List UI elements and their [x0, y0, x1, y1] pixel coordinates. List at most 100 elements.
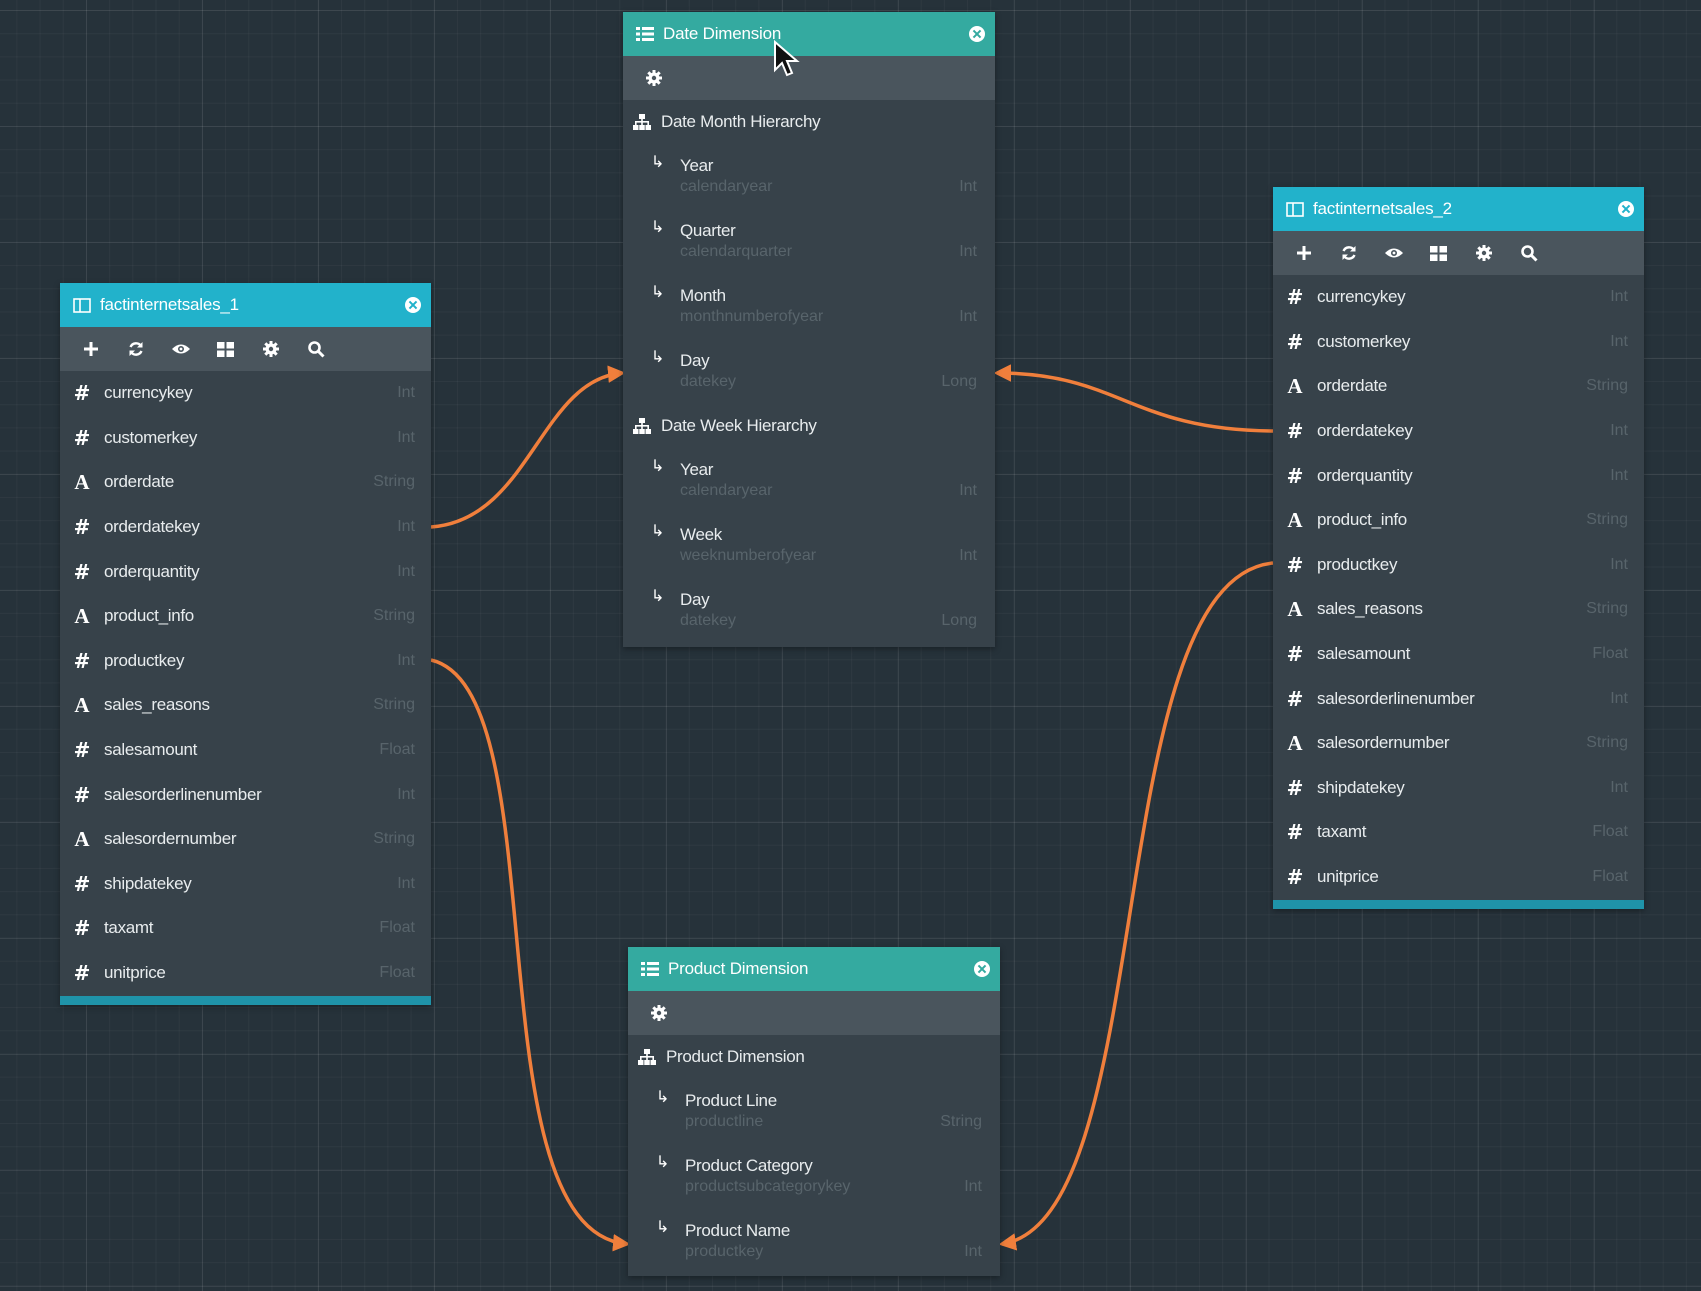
level-column: weeknumberofyear	[680, 547, 817, 564]
eye-icon[interactable]	[158, 327, 203, 371]
fact-table-2-header[interactable]: factinternetsales_2	[1273, 187, 1644, 231]
column-row-product_info[interactable]: Aproduct_info String	[1273, 498, 1644, 543]
column-type: Int	[1610, 689, 1628, 707]
column-row-orderdate[interactable]: Aorderdate String	[1273, 364, 1644, 409]
column-name: orderdate	[1317, 376, 1388, 396]
hierarchy-header[interactable]: Date Month Hierarchy	[623, 100, 995, 144]
column-row-currencykey[interactable]: # currencykey Int	[60, 371, 431, 416]
column-row-product_info[interactable]: Aproduct_info String	[60, 594, 431, 639]
column-name: sales_reasons	[1317, 599, 1423, 619]
gear-icon[interactable]	[248, 327, 293, 371]
hierarchy-level[interactable]: ↳ Year calendaryear Int	[623, 448, 995, 513]
column-row-orderdatekey[interactable]: # orderdatekey Int	[60, 505, 431, 550]
sublevel-arrow-icon: ↳	[651, 349, 665, 366]
column-row-salesordernumber[interactable]: Asalesordernumber String	[1273, 721, 1644, 766]
hierarchy-icon	[633, 418, 653, 434]
column-row-salesorderlinenumber[interactable]: # salesorderlinenumber Int	[1273, 676, 1644, 721]
fact-table-2-footer-bar	[1273, 900, 1644, 909]
close-icon[interactable]	[405, 297, 421, 313]
hierarchy-level[interactable]: ↳ Month monthnumberofyear Int	[623, 274, 995, 339]
product-dimension-panel[interactable]: Product Dimension Product Dimension ↳ Prod…	[628, 947, 1000, 1276]
column-row-productkey[interactable]: # productkey Int	[60, 639, 431, 684]
hierarchy-level[interactable]: ↳ Day datekey Long	[623, 339, 995, 404]
number-type-icon: #	[1286, 463, 1304, 488]
hierarchy-level[interactable]: ↳ Product Category productsubcategorykey In…	[628, 1144, 1000, 1209]
close-icon[interactable]	[969, 26, 985, 42]
link-fact1-productkey-to-product-name[interactable]	[430, 658, 631, 1252]
close-icon[interactable]	[1618, 201, 1634, 217]
column-row-orderquantity[interactable]: # orderquantity Int	[60, 549, 431, 594]
date-dimension-header[interactable]: Date Dimension	[623, 12, 995, 56]
column-row-sales_reasons[interactable]: Asales_reasons String	[60, 683, 431, 728]
sublevel-arrow-icon: ↳	[656, 1219, 670, 1236]
column-row-unitprice[interactable]: # unitprice Float	[60, 951, 431, 996]
level-type: Int	[959, 308, 977, 325]
close-icon[interactable]	[974, 961, 990, 977]
column-row-taxamt[interactable]: # taxamt Float	[60, 906, 431, 951]
column-row-salesordernumber[interactable]: Asalesordernumber String	[60, 817, 431, 862]
column-row-shipdatekey[interactable]: # shipdatekey Int	[1273, 766, 1644, 811]
column-type: String	[1586, 600, 1628, 618]
link-fact1-orderdatekey-to-date-day[interactable]	[430, 365, 626, 529]
eye-icon[interactable]	[1371, 231, 1416, 275]
hierarchy-level[interactable]: ↳ Quarter calendarquarter Int	[623, 209, 995, 274]
plus-icon[interactable]	[1281, 231, 1326, 275]
date-dimension-hierarchies: Date Month Hierarchy ↳ Year calendaryear Int…	[623, 100, 995, 643]
column-row-sales_reasons[interactable]: Asales_reasons String	[1273, 587, 1644, 632]
column-name: currencykey	[1317, 287, 1406, 307]
hierarchy-header[interactable]: Product Dimension	[628, 1035, 1000, 1079]
link-fact2-orderdatekey-to-date-day[interactable]	[993, 364, 1274, 433]
column-row-orderquantity[interactable]: # orderquantity Int	[1273, 453, 1644, 498]
date-dimension-panel[interactable]: Date Dimension Date Month Hierarchy ↳ Year…	[623, 12, 995, 647]
column-row-salesamount[interactable]: # salesamount Float	[1273, 632, 1644, 677]
number-type-icon: #	[73, 738, 91, 763]
hierarchy-header[interactable]: Date Week Hierarchy	[623, 404, 995, 448]
level-name: Day	[680, 590, 710, 609]
grid-icon[interactable]	[1416, 231, 1461, 275]
column-type: Int	[397, 651, 415, 669]
column-type: String	[1586, 377, 1628, 395]
grid-icon[interactable]	[203, 327, 248, 371]
hierarchy-level[interactable]: ↳ Day datekey Long	[623, 578, 995, 643]
column-name: productkey	[1317, 554, 1398, 574]
product-dimension-header[interactable]: Product Dimension	[628, 947, 1000, 991]
hierarchy-level[interactable]: ↳ Product Name productkey Int	[628, 1209, 1000, 1274]
column-row-currencykey[interactable]: # currencykey Int	[1273, 275, 1644, 320]
hierarchy-level[interactable]: ↳ Product Line productline String	[628, 1079, 1000, 1144]
number-type-icon: #	[73, 381, 91, 406]
column-row-customerkey[interactable]: # customerkey Int	[1273, 320, 1644, 365]
search-icon[interactable]	[293, 327, 338, 371]
search-icon[interactable]	[1506, 231, 1551, 275]
column-name: orderdate	[104, 472, 175, 492]
number-type-icon: #	[1286, 642, 1304, 667]
refresh-icon[interactable]	[113, 327, 158, 371]
column-name: taxamt	[1317, 822, 1367, 842]
column-row-salesamount[interactable]: # salesamount Float	[60, 728, 431, 773]
level-column: calendaryear	[680, 482, 773, 499]
column-row-taxamt[interactable]: # taxamt Float	[1273, 810, 1644, 855]
fact-table-1-header[interactable]: factinternetsales_1	[60, 283, 431, 327]
fact-table-panel-2[interactable]: factinternetsales_2 # currencykey Int # cust…	[1273, 187, 1644, 909]
hierarchy-icon	[633, 114, 653, 130]
plus-icon[interactable]	[68, 327, 113, 371]
column-row-customerkey[interactable]: # customerkey Int	[60, 416, 431, 461]
date-dimension-title: Date Dimension	[663, 24, 782, 43]
column-row-unitprice[interactable]: # unitprice Float	[1273, 855, 1644, 900]
gear-icon[interactable]	[636, 991, 681, 1035]
column-row-orderdatekey[interactable]: # orderdatekey Int	[1273, 409, 1644, 454]
column-type: Int	[397, 562, 415, 580]
list-icon	[635, 26, 655, 42]
column-row-productkey[interactable]: # productkey Int	[1273, 543, 1644, 588]
fact-table-panel-1[interactable]: factinternetsales_1 # currencykey Int # cust…	[60, 283, 431, 1005]
number-type-icon: #	[1286, 419, 1304, 444]
hierarchy-level[interactable]: ↳ Year calendaryear Int	[623, 144, 995, 209]
column-row-salesorderlinenumber[interactable]: # salesorderlinenumber Int	[60, 772, 431, 817]
column-row-shipdatekey[interactable]: # shipdatekey Int	[60, 862, 431, 907]
gear-icon[interactable]	[631, 56, 676, 100]
refresh-icon[interactable]	[1326, 231, 1371, 275]
column-row-orderdate[interactable]: Aorderdate String	[60, 460, 431, 505]
level-type: Int	[959, 243, 977, 260]
link-fact2-productkey-to-product-name[interactable]	[998, 561, 1274, 1251]
gear-icon[interactable]	[1461, 231, 1506, 275]
hierarchy-level[interactable]: ↳ Week weeknumberofyear Int	[623, 513, 995, 578]
